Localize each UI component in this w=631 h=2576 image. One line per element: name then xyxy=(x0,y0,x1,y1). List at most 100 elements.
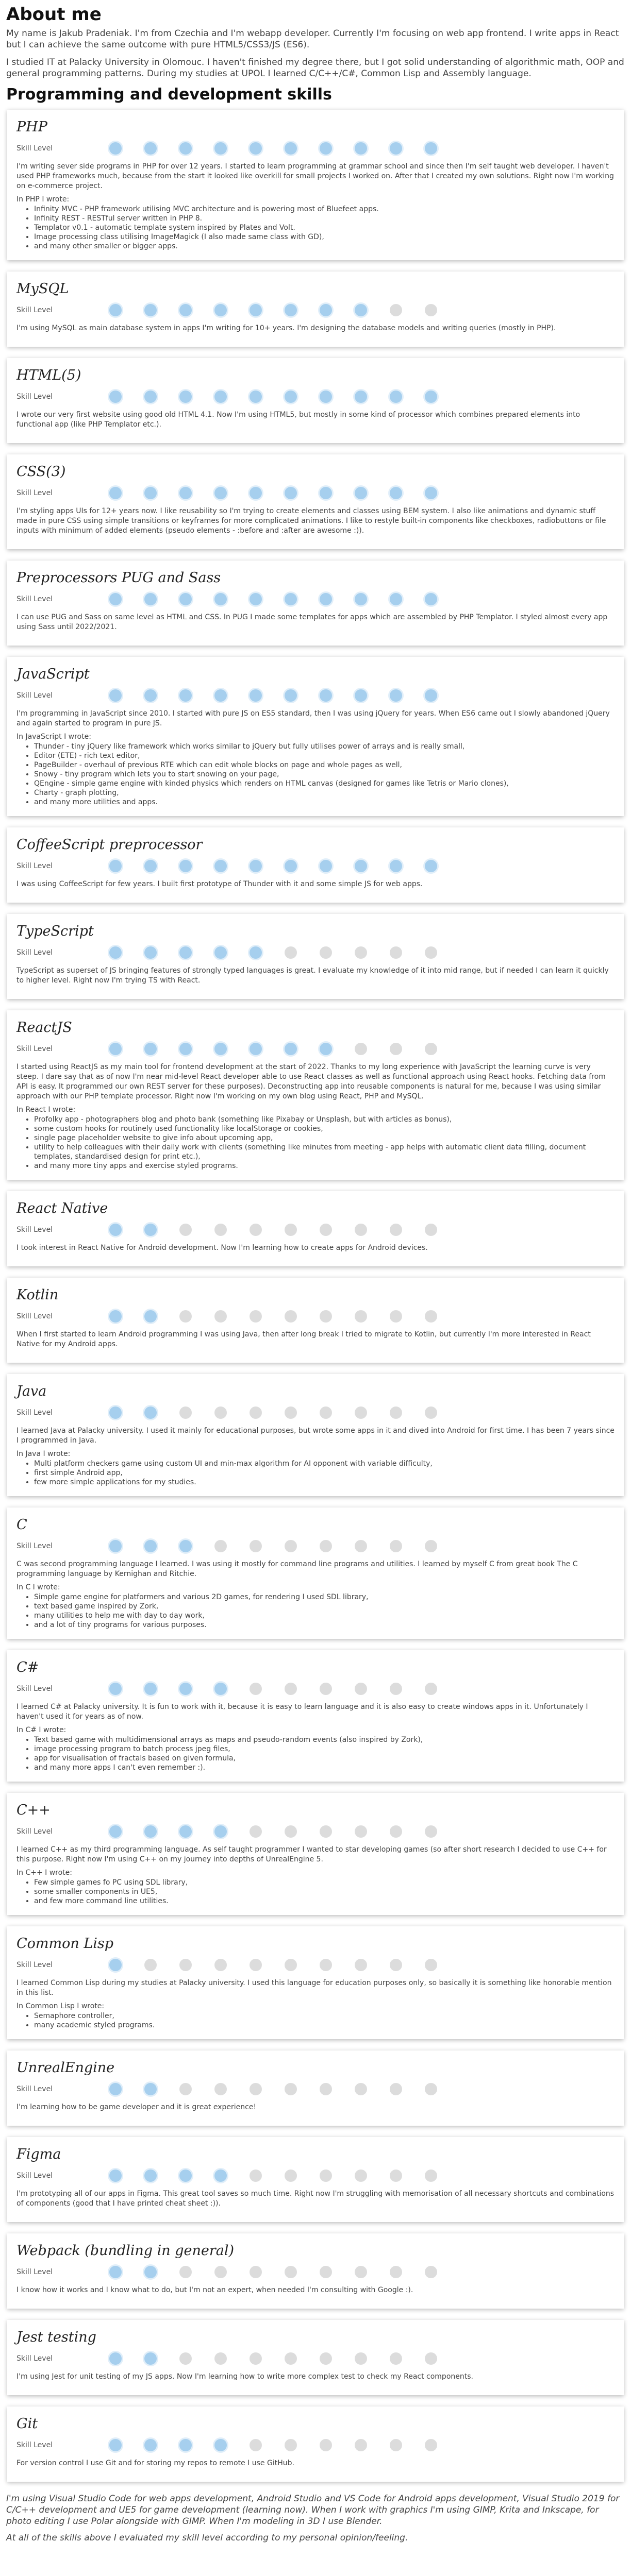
skill-dot-filled xyxy=(109,2170,122,2182)
skill-level-label: Skill Level xyxy=(16,306,53,314)
about-title: About me xyxy=(6,4,102,25)
skill-description: I'm learning how to be game developer an… xyxy=(16,2103,257,2111)
skill-description: I know how it works and I know what to d… xyxy=(16,2286,413,2294)
skill-dot-empty xyxy=(250,2266,262,2278)
skill-dot-empty xyxy=(179,1310,192,1323)
skill-dot-empty xyxy=(425,1043,437,1055)
list-item: and a lot of tiny programs for various p… xyxy=(34,1620,615,1630)
skill-dot-filled xyxy=(179,487,192,499)
skill-level-row: Skill Level xyxy=(16,860,615,872)
skill-dot-empty xyxy=(425,1825,437,1838)
skill-dot-filled xyxy=(109,860,122,872)
skill-dot-filled xyxy=(109,593,122,605)
skill-projects-list: Multi platform checkers game using custo… xyxy=(16,1459,615,1487)
skill-dot-filled xyxy=(214,689,227,702)
skill-dot-empty xyxy=(355,2083,367,2095)
skill-dot-filled xyxy=(109,689,122,702)
skill-level-dots xyxy=(104,689,437,702)
skill-dot-empty xyxy=(320,2439,332,2451)
skill-dot-filled xyxy=(109,1959,122,1971)
skill-dot-empty xyxy=(285,1825,297,1838)
page: About me My name is Jakub Pradeniak. I'm… xyxy=(0,0,631,2559)
skill-level-row: Skill Level xyxy=(16,1959,615,1971)
skill-dot-empty xyxy=(250,2352,262,2365)
skill-dot-filled xyxy=(355,142,367,155)
skill-dot-empty xyxy=(355,1683,367,1695)
skill-description: I'm prototyping all of our apps in Figma… xyxy=(16,2190,615,2208)
list-item: many academic styled programs. xyxy=(34,2021,615,2030)
skill-dot-empty xyxy=(285,2439,297,2451)
skill-dot-empty xyxy=(320,1959,332,1971)
skill-card: Preprocessors PUG and Sass Skill Level I c… xyxy=(7,561,624,646)
skill-dot-filled xyxy=(179,2170,192,2182)
skill-dot-empty xyxy=(355,2439,367,2451)
skill-dot-filled xyxy=(285,391,297,403)
skill-dot-filled xyxy=(144,391,157,403)
skill-dot-filled xyxy=(144,304,157,316)
skill-dot-filled xyxy=(144,487,157,499)
skill-dot-filled xyxy=(214,2439,227,2451)
skill-card: PHP Skill Level I'm writing sever side pro… xyxy=(7,110,624,260)
skill-dot-filled xyxy=(390,689,402,702)
skill-level-row: Skill Level xyxy=(16,487,615,499)
skill-level-row: Skill Level xyxy=(16,1406,615,1419)
list-item: Profolky app - photographers blog and ph… xyxy=(34,1115,615,1124)
skill-dot-empty xyxy=(285,1540,297,1552)
list-item: Thunder - tiny jQuery like framework whi… xyxy=(34,742,615,751)
skill-dot-empty xyxy=(285,2083,297,2095)
skill-card: UnrealEngine Skill Level I'm learning how … xyxy=(7,2050,624,2126)
list-item: first simple Android app, xyxy=(34,1468,615,1478)
skill-dot-filled xyxy=(109,1406,122,1419)
list-item: Semaphore controller, xyxy=(34,2011,615,2021)
skill-title: C xyxy=(16,1517,27,1533)
skill-projects-list: Text based game with multidimensional ar… xyxy=(16,1735,615,1772)
skill-level-label: Skill Level xyxy=(16,862,53,870)
skill-level-label: Skill Level xyxy=(16,691,53,700)
skill-dot-filled xyxy=(179,391,192,403)
skill-title: ReactJS xyxy=(16,1020,72,1036)
skill-dot-filled xyxy=(144,1310,157,1323)
skill-dot-filled xyxy=(285,689,297,702)
skill-level-row: Skill Level xyxy=(16,1310,615,1323)
skill-level-label: Skill Level xyxy=(16,1542,53,1550)
about-paragraph-1: My name is Jakub Pradeniak. I'm from Cze… xyxy=(6,28,619,50)
skill-level-row: Skill Level xyxy=(16,1224,615,1236)
skill-dot-filled xyxy=(144,2266,157,2278)
skill-description: I'm using Jest for unit testing of my JS… xyxy=(16,2372,473,2381)
list-item: and many other smaller or bigger apps. xyxy=(34,242,615,251)
skill-level-row: Skill Level xyxy=(16,2083,615,2095)
skill-projects-heading: In C I wrote: xyxy=(16,1583,60,1591)
skill-dot-empty xyxy=(425,2352,437,2365)
skill-dot-filled xyxy=(214,593,227,605)
skill-dot-filled xyxy=(109,2266,122,2278)
skill-level-dots xyxy=(104,1310,437,1323)
skill-level-row: Skill Level xyxy=(16,2439,615,2451)
skill-projects-heading: In C# I wrote: xyxy=(16,1726,67,1734)
skill-description: TypeScript as superset of JS bringing fe… xyxy=(16,967,609,985)
skill-dot-filled xyxy=(425,487,437,499)
skill-projects-list: Few simple games fo PC using SDL library… xyxy=(16,1878,615,1906)
skill-dot-filled xyxy=(390,487,402,499)
skill-title: CoffeeScript preprocessor xyxy=(16,837,203,853)
list-item: image processing program to batch proces… xyxy=(34,1744,615,1754)
skill-dot-empty xyxy=(285,1959,297,1971)
skill-dot-filled xyxy=(179,593,192,605)
skill-dot-filled xyxy=(285,304,297,316)
skill-dot-filled xyxy=(109,2439,122,2451)
skill-dot-filled xyxy=(390,860,402,872)
skill-dot-empty xyxy=(355,1540,367,1552)
skill-description: I'm using MySQL as main database system … xyxy=(16,324,556,332)
skill-dot-filled xyxy=(355,304,367,316)
skill-card: JavaScript Skill Level I'm programming in … xyxy=(7,657,624,816)
skill-dot-filled xyxy=(250,689,262,702)
skill-level-label: Skill Level xyxy=(16,2172,53,2180)
skill-dot-empty xyxy=(425,1310,437,1323)
skill-level-label: Skill Level xyxy=(16,1226,53,1234)
skill-dot-empty xyxy=(355,1825,367,1838)
skill-dot-filled xyxy=(214,304,227,316)
skill-level-dots xyxy=(104,2266,437,2278)
skill-dot-filled xyxy=(144,2352,157,2365)
skill-dot-filled xyxy=(250,1043,262,1055)
skill-level-row: Skill Level xyxy=(16,2266,615,2278)
skill-dot-empty xyxy=(425,1540,437,1552)
